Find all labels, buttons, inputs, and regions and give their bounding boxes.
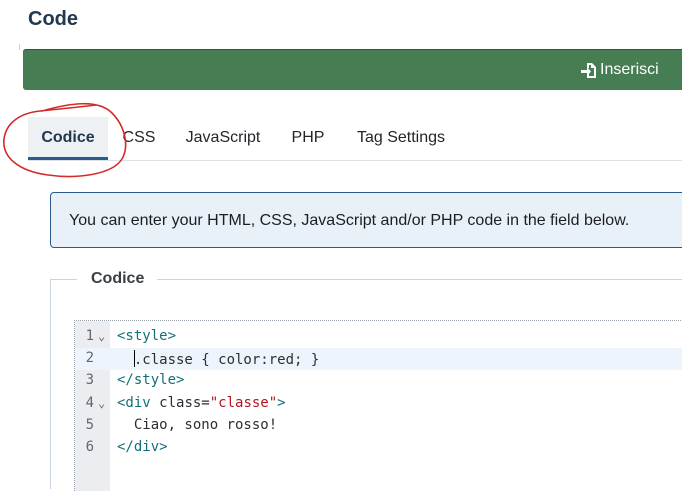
- code-line: 6 </div>: [75, 437, 682, 459]
- fieldset-border-left: [50, 279, 77, 280]
- tab-php[interactable]: PHP: [290, 117, 326, 159]
- code-line: 5 Ciao, sono rosso!: [75, 415, 682, 437]
- tab-tag-settings[interactable]: Tag Settings: [354, 117, 448, 159]
- code-token: </style>: [117, 372, 185, 388]
- code-token: class=: [159, 395, 210, 411]
- tab-javascript[interactable]: JavaScript: [182, 117, 264, 159]
- line-number: 3: [85, 372, 94, 388]
- code-line: 4 ⌄ <div class="classe">: [75, 393, 682, 415]
- code-token: Ciao, sono rosso!: [133, 417, 278, 433]
- insert-button[interactable]: Inserisci: [580, 59, 659, 81]
- toolbar: Inserisci: [23, 49, 682, 90]
- code-line: 3 </style>: [75, 370, 682, 392]
- fieldset-border-right: [157, 279, 682, 280]
- divider: [19, 44, 20, 50]
- code-token: <style>: [117, 328, 177, 344]
- line-number: 2: [85, 350, 94, 366]
- info-alert: You can enter your HTML, CSS, JavaScript…: [50, 192, 682, 248]
- line-number: 4: [85, 395, 94, 411]
- line-number: 5: [85, 417, 94, 433]
- insert-button-label: Inserisci: [600, 61, 659, 78]
- tab-css[interactable]: CSS: [118, 117, 160, 159]
- code-line: 1 ⌄ <style>: [75, 326, 682, 348]
- code-token: "classe": [209, 395, 278, 411]
- line-number: 1: [85, 328, 94, 344]
- code-line-current: 2 .classe { color:red; }: [75, 348, 682, 370]
- code-token: >: [277, 395, 286, 411]
- tab-codice[interactable]: Codice: [28, 117, 108, 160]
- tab-bar: Codice CSS JavaScript PHP Tag Settings: [28, 117, 682, 161]
- info-alert-text: You can enter your HTML, CSS, JavaScript…: [69, 212, 630, 229]
- fieldset-legend: Codice: [91, 270, 145, 287]
- line-number: 6: [85, 439, 94, 455]
- page-title: Code: [28, 8, 78, 30]
- code-editor[interactable]: 1 ⌄ <style> 2 .classe { color:red; } 3 <…: [74, 320, 682, 491]
- fold-chevron-icon[interactable]: ⌄: [98, 396, 105, 410]
- file-import-icon: [580, 62, 597, 79]
- code-token: <div: [117, 395, 160, 411]
- code-token: </div>: [117, 439, 168, 455]
- code-token: .classe { color:red; }: [133, 352, 320, 368]
- fold-chevron-icon[interactable]: ⌄: [98, 329, 105, 343]
- fieldset-border-side: [50, 279, 51, 489]
